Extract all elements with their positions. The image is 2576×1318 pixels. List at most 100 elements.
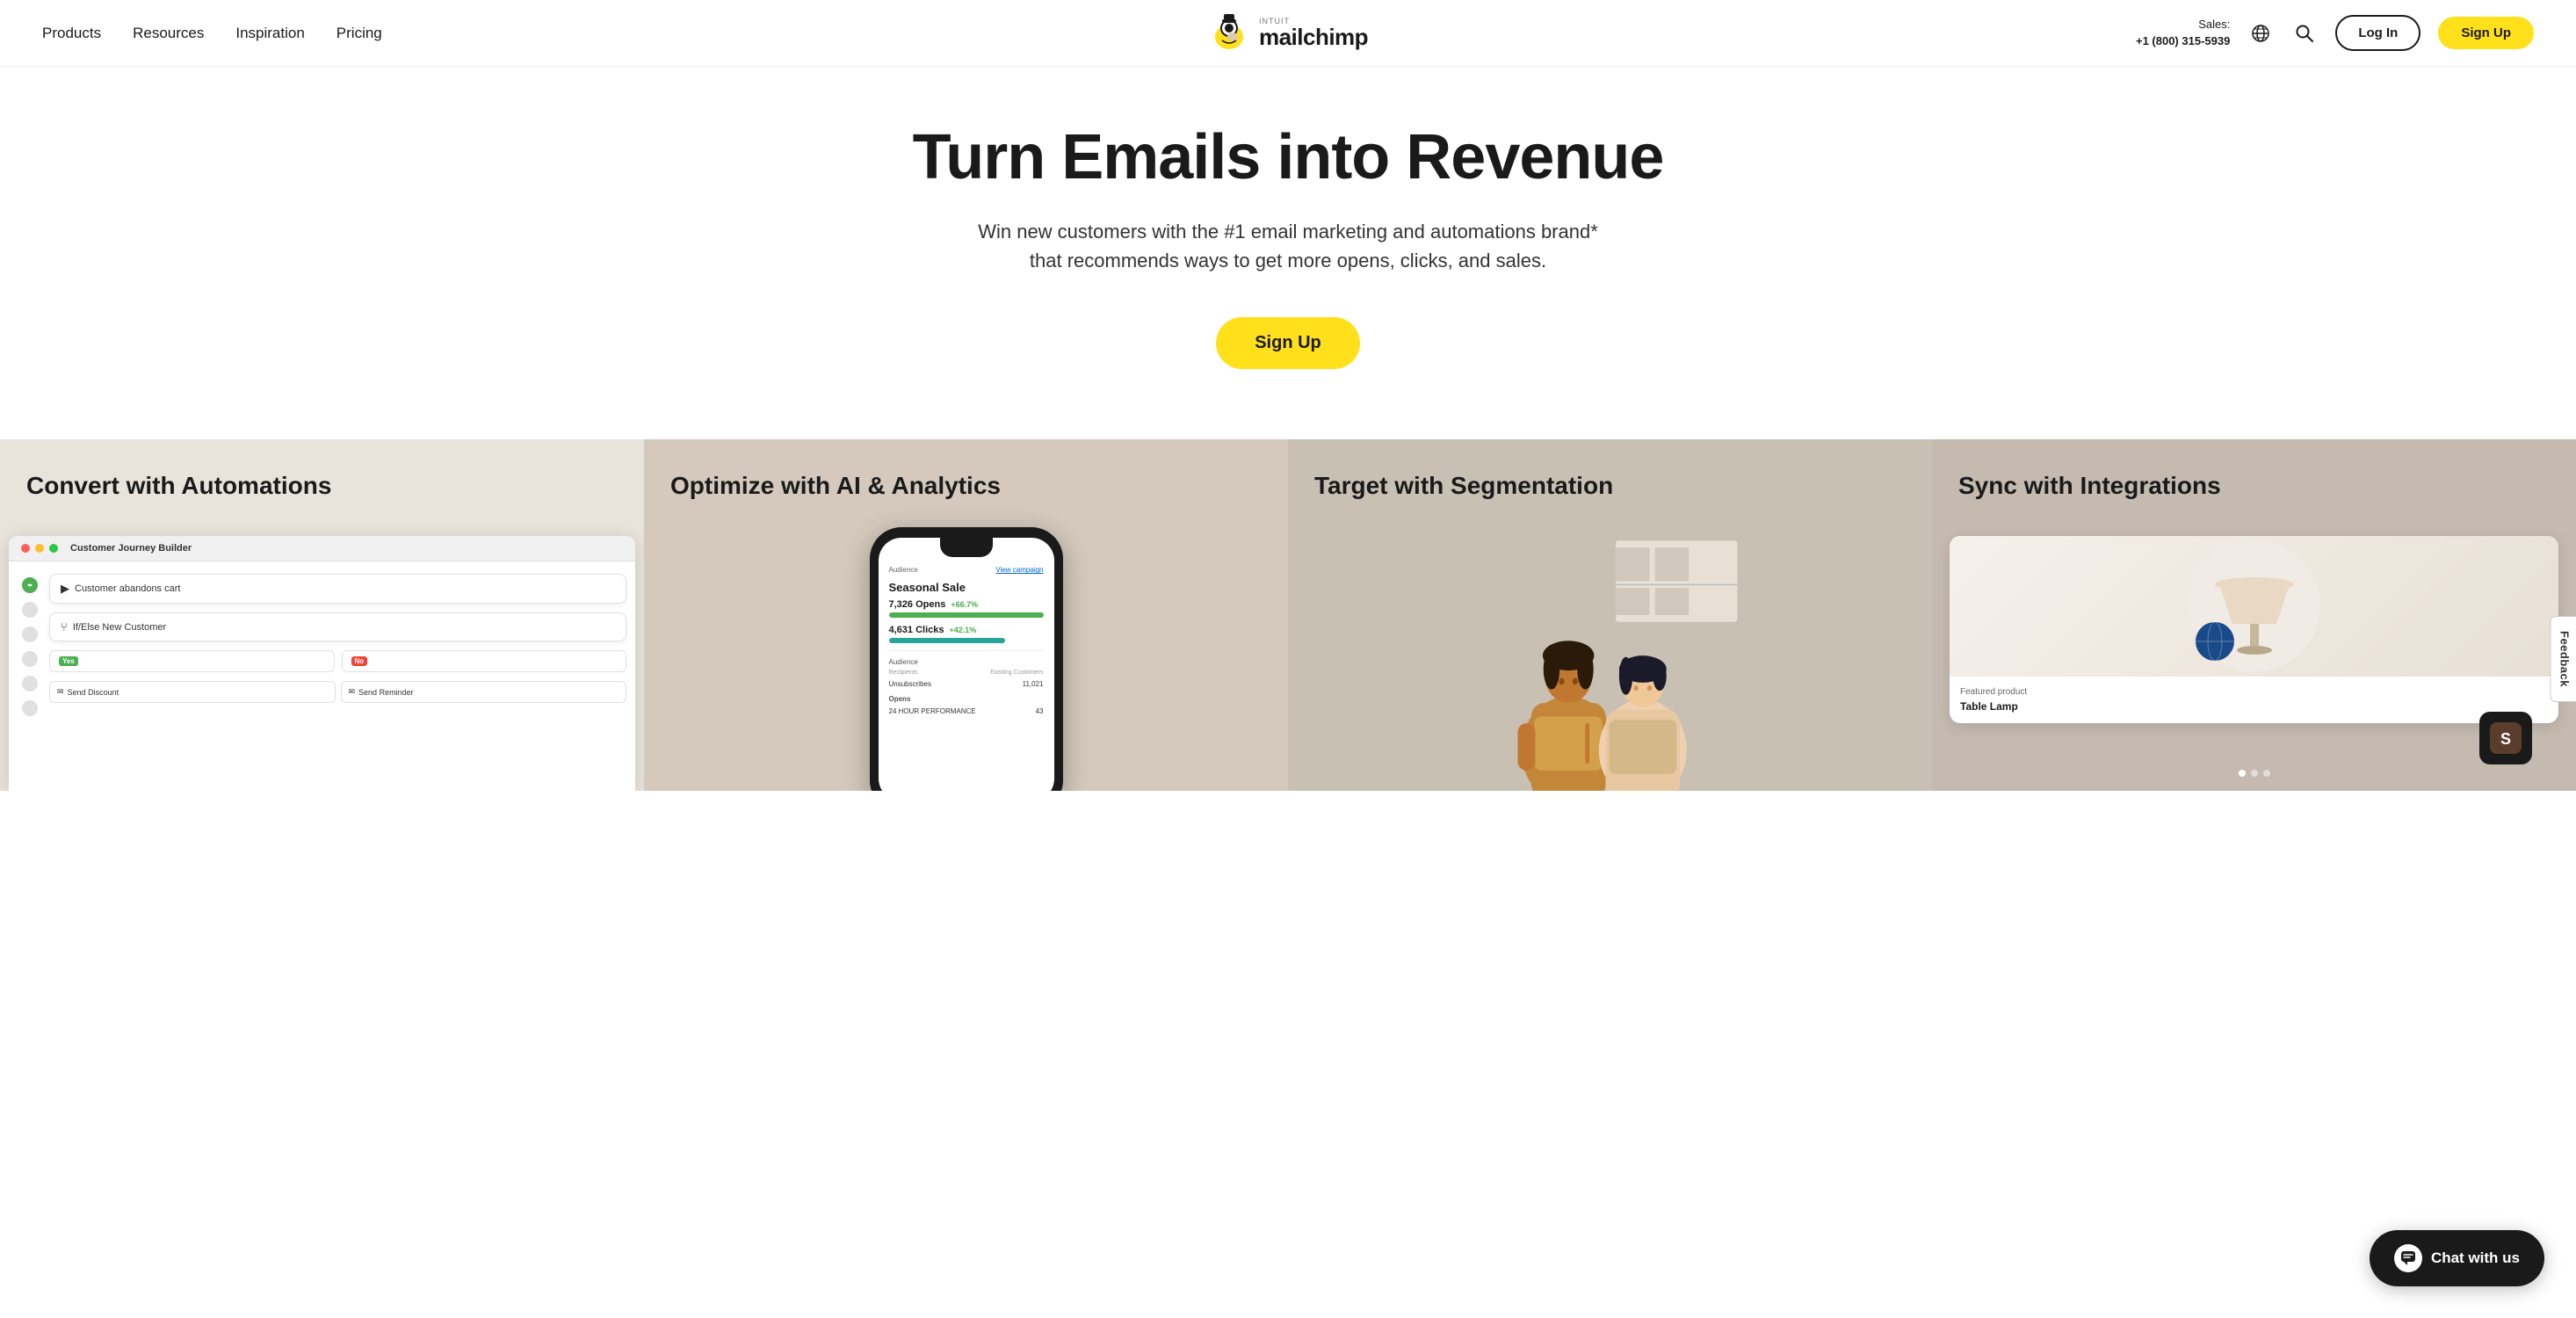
phone-opens-value: 7,326 Opens [889,599,946,610]
flow-card-abandon: ▶ Customer abandons cart [49,574,626,604]
nav-left: Products Resources Inspiration Pricing [42,25,382,42]
table-row-2-value: 43 [1036,707,1044,715]
phone-audience-section: Audience [889,658,1044,666]
search-icon [2295,24,2314,43]
phone-notch [940,538,993,557]
int-card-body: Featured product Table Lamp [1950,677,2558,723]
svg-text:S: S [2500,730,2511,748]
login-button[interactable]: Log In [2335,15,2420,51]
globe-button[interactable] [2247,20,2274,47]
opens-bar [889,612,1044,618]
branch-yes: Yes [49,650,335,672]
sidebar-dot-3 [22,626,38,642]
flow-icon-1: ▶ [61,582,69,596]
nav-item-products[interactable]: Products [42,25,101,42]
flow-card-ifelse: ⑂ If/Else New Customer [49,612,626,641]
panel-automations-title: Convert with Automations [26,471,331,501]
phone-view-link[interactable]: View campaign [995,566,1043,574]
phone-perf-label: Opens [889,695,1044,703]
panel-ai-title: Optimize with AI & Analytics [670,471,1001,501]
signup-nav-button[interactable]: Sign Up [2438,17,2534,49]
flow-card-label-2: If/Else New Customer [73,622,166,633]
action-label-1: Send Discount [68,688,119,697]
shopify-badge: S [2479,712,2532,764]
flow-card-branches: Yes No [49,650,626,672]
table-header-1: Recipients [889,670,918,676]
action-discount: ✉ Send Discount [49,681,336,703]
sidebar-dot-4 [22,651,38,667]
table-header-2: Existing Customers [990,670,1043,676]
carousel-dot-1[interactable] [2239,770,2246,777]
search-button[interactable] [2291,20,2318,47]
logo-mailchimp-text: mailchimp [1259,25,1368,48]
sidebar-dot-2 [22,602,38,618]
mockup-main: ▶ Customer abandons cart ⑂ If/Else New C… [49,574,626,772]
yes-badge: Yes [59,656,78,666]
action-reminder: ✉ Send Reminder [341,681,627,703]
sidebar-dot-6 [22,700,38,716]
carousel-dot-2[interactable] [2251,770,2258,777]
nav-item-pricing[interactable]: Pricing [336,25,382,42]
phone-campaign-title: Seasonal Sale [889,581,1044,594]
hero-headline: Turn Emails into Revenue [35,123,2541,192]
chat-label: Chat with us [2431,1249,2520,1267]
segmentation-illustration [1288,527,1932,791]
hero-section: Turn Emails into Revenue Win new custome… [0,67,2576,439]
chat-bubble[interactable]: Chat with us [2370,1230,2544,1286]
nav-item-resources[interactable]: Resources [133,25,204,42]
panel-int-title: Sync with Integrations [1958,471,2221,501]
nav-right: Sales: +1 (800) 315-5939 Log In Sign Up [2136,15,2534,51]
phone-clicks-pct: +42.1% [950,626,977,634]
feature-panels: Convert with Automations Customer Journe… [0,439,2576,791]
no-badge: No [351,656,368,666]
navbar: Products Resources Inspiration Pricing i… [0,0,2576,67]
globe-icon [2251,24,2270,43]
phone-header-label: Audience [889,566,918,574]
sales-info: Sales: +1 (800) 315-5939 [2136,17,2230,48]
sidebar-dot-5 [22,676,38,692]
integration-card: Featured product Table Lamp [1950,536,2558,723]
nav-item-inspiration[interactable]: Inspiration [235,25,304,42]
hero-signup-button[interactable]: Sign Up [1216,317,1360,369]
flow-actions: ✉ Send Discount ✉ Send Reminder [49,681,626,703]
phone-clicks-value: 4,631 Clicks [889,625,944,635]
table-row-2-label: 24 HOUR PERFORMANCE [889,707,976,715]
table-row-1-label: Unsubscribes [889,680,931,688]
mockup-title: Customer Journey Builder [70,543,192,554]
lamp-illustration [2167,536,2342,677]
clicks-bar [889,638,1005,643]
branch-no: No [342,650,627,672]
feedback-tab[interactable]: Feedback [2551,616,2576,702]
phone-opens-pct: +66.7% [951,600,978,609]
chat-bubble-icon [2400,1250,2416,1266]
sidebar-dot-1 [22,577,38,593]
automations-mockup: Customer Journey Builder [0,536,644,791]
flow-icon-2: ⑂ [61,620,68,634]
panel-seg-title: Target with Segmentation [1314,471,1613,501]
mockup-sidebar [18,574,42,772]
shopify-icon: S [2490,722,2522,754]
carousel-dots [2239,770,2270,777]
int-card-label: Featured product [1960,687,2548,697]
table-row-1-value: 11,021 [1023,680,1044,688]
panel-ai[interactable]: Optimize with AI & Analytics Audience Vi… [644,439,1288,791]
panel-automations[interactable]: Convert with Automations Customer Journe… [0,439,644,791]
action-label-2: Send Reminder [358,688,414,697]
panel-segmentation[interactable]: Target with Segmentation [1288,439,1932,791]
phone-mockup: Audience View campaign Seasonal Sale 7,3… [870,527,1063,791]
phone-content: Audience View campaign Seasonal Sale 7,3… [879,557,1054,726]
sales-phone[interactable]: +1 (800) 315-5939 [2136,34,2230,47]
action-icon-2: ✉ [349,687,356,697]
chat-icon [2394,1244,2422,1272]
action-icon-1: ✉ [57,687,64,697]
hero-subheadline: Win new customers with the #1 email mark… [963,217,1613,275]
flow-card-label-1: Customer abandons cart [75,583,180,594]
carousel-dot-3[interactable] [2263,770,2270,777]
int-card-image [1950,536,2558,677]
integrations-mockup: Featured product Table Lamp S [1950,536,2558,791]
int-card-title: Table Lamp [1960,700,2548,713]
panel-integrations[interactable]: Sync with Integrations [1932,439,2576,791]
nav-logo[interactable]: intuit mailchimp [1208,12,1368,54]
sales-label: Sales: [2198,18,2230,31]
freddie-icon [1208,12,1250,54]
